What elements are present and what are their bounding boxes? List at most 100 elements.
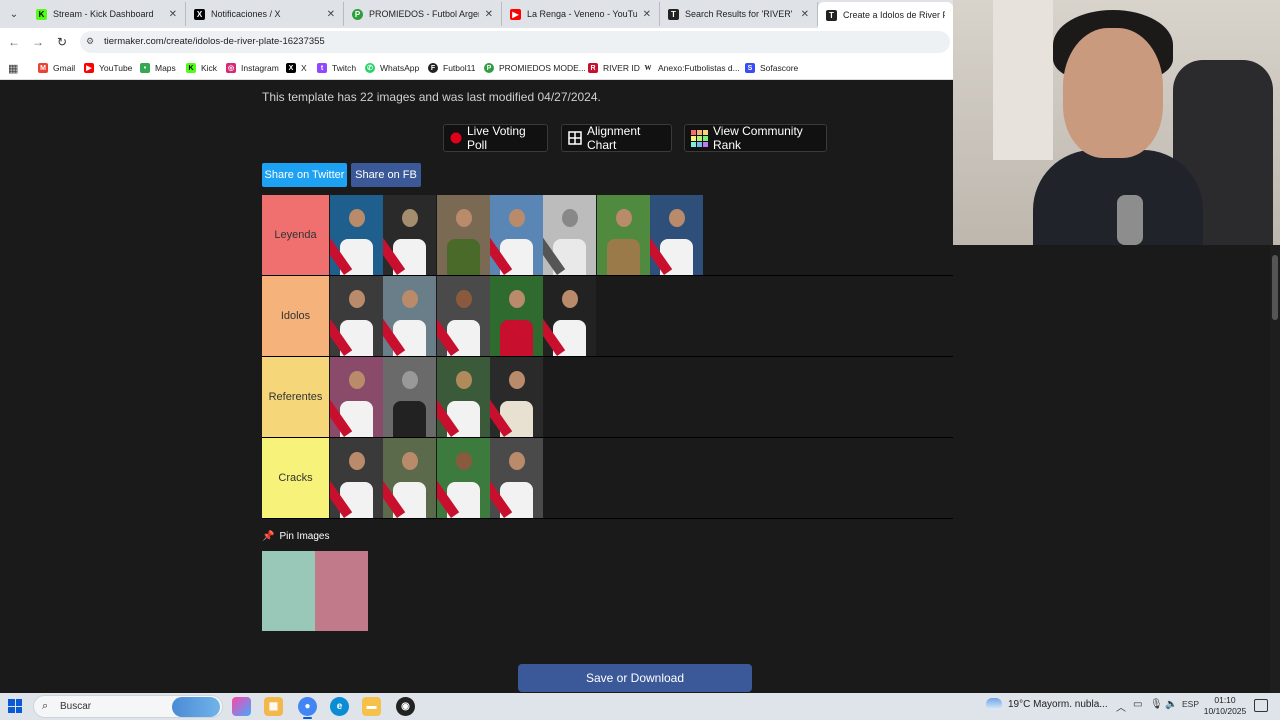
tab-search-results[interactable]: T Search Results for 'RIVER' - Tier ✕	[660, 2, 818, 26]
live-voting-poll-button[interactable]: Live Voting Poll	[443, 124, 548, 152]
sofascore-icon: S	[745, 63, 755, 73]
player-tile[interactable]	[383, 195, 436, 275]
bookmark-promiedos[interactable]: P PROMIEDOS MODE...	[484, 61, 586, 75]
x-icon: X	[194, 8, 205, 20]
player-tile[interactable]	[330, 438, 383, 518]
player-tile[interactable]	[383, 357, 436, 437]
tab-kick-dashboard[interactable]: K Stream - Kick Dashboard ✕	[28, 2, 186, 26]
edge-icon[interactable]: e	[330, 697, 349, 716]
bookmark-river-id[interactable]: R RIVER ID	[588, 61, 640, 75]
close-icon[interactable]: ✕	[169, 9, 177, 20]
windows-start-icon[interactable]	[8, 699, 22, 713]
tab-title: Stream - Kick Dashboard	[53, 9, 154, 19]
scrollbar-thumb[interactable]	[1272, 255, 1278, 320]
player-tile[interactable]	[330, 195, 383, 275]
youtube-icon: ▶	[510, 8, 521, 20]
tab-create-idolos[interactable]: T Create a Idolos de River Plate T	[818, 2, 953, 28]
close-icon[interactable]: ✕	[801, 9, 809, 20]
store-icon[interactable]: ▦	[264, 697, 283, 716]
share-twitter-button[interactable]: Share on Twitter	[262, 163, 347, 187]
notification-icon[interactable]	[1254, 699, 1268, 712]
player-tile[interactable]	[490, 357, 543, 437]
bookmark-kick[interactable]: K Kick	[186, 61, 217, 75]
file-explorer-icon[interactable]: ▬	[362, 697, 381, 716]
bookmark-futbol11[interactable]: F Futbol11	[428, 61, 475, 75]
apps-grid-icon[interactable]: ▦	[8, 61, 18, 75]
tab-search-chevron-icon[interactable]: ⌄	[4, 4, 24, 24]
player-tile[interactable]	[437, 195, 490, 275]
bookmark-anexo[interactable]: W Anexo:Futbolistas d...	[643, 61, 740, 75]
forward-arrow-icon[interactable]: →	[30, 34, 46, 50]
bookmark-x[interactable]: XX	[286, 61, 307, 75]
speaker-icon[interactable]: 🔈	[1165, 699, 1177, 710]
tab-strip: ⌄ K Stream - Kick Dashboard ✕ X Notifica…	[0, 0, 953, 28]
tier-label[interactable]: Referentes	[262, 357, 329, 437]
view-community-rank-button[interactable]: View Community Rank	[684, 124, 827, 152]
bookmark-whatsapp[interactable]: ✆ WhatsApp	[365, 61, 419, 75]
alignment-chart-label: Alignment Chart	[587, 124, 641, 152]
player-tile[interactable]	[330, 276, 383, 356]
site-info-icon[interactable]: ⚙	[86, 36, 98, 48]
tab-title: La Renga - Veneno - YouTube	[527, 9, 637, 19]
clock[interactable]: 01:10 10/10/2025	[1200, 695, 1250, 717]
chrome-icon[interactable]: ●	[298, 697, 317, 719]
tab-youtube[interactable]: ▶ La Renga - Veneno - YouTube ✕	[502, 2, 660, 26]
save-or-download-button[interactable]: Save or Download	[518, 664, 752, 692]
tier-label[interactable]: Idolos	[262, 276, 329, 356]
player-tile[interactable]	[437, 276, 490, 356]
address-bar[interactable]: ⚙ tiermaker.com/create/idolos-de-river-p…	[80, 31, 950, 53]
share-fb-button[interactable]: Share on FB	[351, 163, 421, 187]
language-indicator[interactable]: ESP	[1182, 699, 1199, 709]
tier-label[interactable]: Leyenda	[262, 195, 329, 275]
microphone-tray-icon[interactable]: 🎙	[1150, 699, 1163, 710]
url-text[interactable]: tiermaker.com/create/idolos-de-river-pla…	[104, 36, 325, 47]
bookmark-twitch[interactable]: t Twitch	[317, 61, 356, 75]
player-tile[interactable]	[437, 357, 490, 437]
pin-images-label: Pin Images	[279, 531, 330, 542]
back-arrow-icon[interactable]: ←	[6, 34, 22, 50]
player-tile[interactable]	[543, 276, 596, 356]
taskbar-search[interactable]: ⌕ Buscar	[33, 695, 223, 718]
promiedos-icon: P	[484, 63, 494, 73]
reload-icon[interactable]: ↻	[54, 34, 70, 50]
alignment-chart-button[interactable]: Alignment Chart	[561, 124, 672, 152]
player-tile[interactable]	[383, 276, 436, 356]
bookmark-gmail[interactable]: M Gmail	[38, 61, 75, 75]
pinned-image[interactable]	[262, 551, 315, 631]
tab-title: Notificaciones / X	[211, 9, 281, 19]
instagram-icon: ◎	[226, 63, 236, 73]
tab-notificaciones[interactable]: X Notificaciones / X ✕	[186, 2, 344, 26]
copilot-icon[interactable]	[232, 697, 251, 716]
bookmark-label: Maps	[155, 63, 176, 73]
bookmark-sofascore[interactable]: S Sofascore	[745, 61, 798, 75]
bookmark-instagram[interactable]: ◎ Instagram	[226, 61, 279, 75]
player-tile[interactable]	[543, 195, 596, 275]
player-tile[interactable]	[437, 438, 490, 518]
wikipedia-icon: W	[643, 63, 653, 73]
display-icon[interactable]: ▭	[1133, 699, 1142, 710]
player-tile[interactable]	[490, 195, 543, 275]
weather-widget[interactable]: 19°C Mayorm. nubla...	[986, 698, 1108, 710]
bookmark-maps[interactable]: • Maps	[140, 61, 176, 75]
search-placeholder: Buscar	[60, 701, 92, 712]
tier-label[interactable]: Cracks	[262, 438, 329, 518]
player-tile[interactable]	[597, 195, 650, 275]
player-tile[interactable]	[490, 276, 543, 356]
close-icon[interactable]: ✕	[485, 9, 493, 20]
bookmark-youtube[interactable]: ▶ YouTube	[84, 61, 132, 75]
bookmark-label: X	[301, 63, 307, 73]
bookmarks-bar: ▦ M Gmail ▶ YouTube • Maps K Kick ◎ Instagram…	[0, 55, 953, 80]
tab-promiedos[interactable]: P PROMIEDOS - Futbol Argentina ✕	[344, 2, 502, 26]
clock-date: 10/10/2025	[1203, 706, 1247, 716]
obs-icon[interactable]: ◉	[396, 697, 415, 716]
close-icon[interactable]: ✕	[643, 9, 651, 20]
player-tile[interactable]	[490, 438, 543, 518]
chevron-up-icon[interactable]: ︿	[1116, 699, 1126, 714]
player-tile[interactable]	[383, 438, 436, 518]
close-icon[interactable]: ✕	[327, 9, 335, 20]
player-tile[interactable]	[330, 357, 383, 437]
weather-text: 19°C Mayorm. nubla...	[1008, 698, 1108, 710]
pinned-image[interactable]	[315, 551, 368, 631]
player-tile[interactable]	[650, 195, 703, 275]
community-rank-label: View Community Rank	[713, 124, 803, 152]
